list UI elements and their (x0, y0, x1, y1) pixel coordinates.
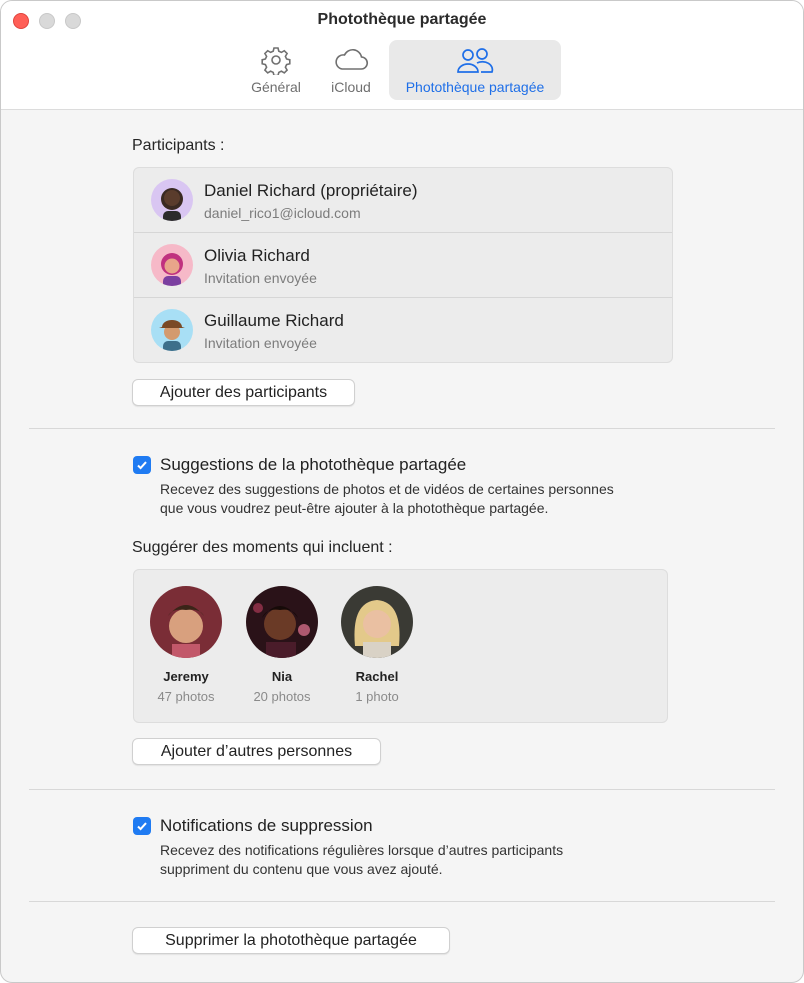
deletion-description: Recevez des notifications régulières lor… (160, 841, 563, 879)
add-participants-button[interactable]: Ajouter des participants (132, 379, 355, 406)
section-divider (29, 901, 775, 902)
add-more-people-button[interactable]: Ajouter d’autres personnes (132, 738, 381, 765)
cloud-icon (335, 49, 369, 70)
person-name: Nia (271, 669, 293, 684)
person-item[interactable]: Nia 20 photos (242, 586, 322, 704)
people-icon (457, 48, 494, 73)
participant-name: Guillaume Richard (204, 311, 344, 330)
person-item[interactable]: Jeremy 47 photos (146, 586, 226, 704)
participants-label: Participants : (132, 137, 225, 154)
avatar (151, 309, 193, 351)
tab-icloud[interactable]: iCloud (319, 40, 383, 100)
person-photo-count: 20 photos (253, 689, 311, 704)
person-photo (150, 586, 222, 658)
preferences-window: Photothèque partagée Général iCloud Phot… (0, 0, 804, 983)
participant-detail: Invitation envoyée (204, 270, 317, 286)
person-name: Jeremy (163, 669, 209, 684)
deletion-desc-line: suppriment du contenu que vous avez ajou… (160, 861, 443, 877)
toolbar: Photothèque partagée Général iCloud Phot… (1, 1, 803, 110)
person-photo-count: 1 photo (355, 689, 399, 704)
avatar (151, 244, 193, 286)
suggestions-desc-line: que vous voudrez peut-être ajouter à la … (160, 500, 549, 516)
participant-name: Daniel Richard (propriétaire) (204, 181, 418, 200)
participant-detail: daniel_rico1@icloud.com (204, 205, 361, 221)
delete-shared-library-button[interactable]: Supprimer la photothèque partagée (132, 927, 450, 954)
deletion-title: Notifications de suppression (160, 816, 373, 835)
deletion-notifications-checkbox[interactable] (133, 817, 151, 835)
tab-shared-library[interactable]: Photothèque partagée (389, 40, 561, 100)
person-item[interactable]: Rachel 1 photo (337, 586, 417, 704)
tab-label: Photothèque partagée (405, 79, 545, 95)
suggestions-checkbox[interactable] (133, 456, 151, 474)
suggestions-description: Recevez des suggestions de photos et de … (160, 480, 614, 518)
people-list: Jeremy 47 photos Nia 20 photos Rachel 1 … (133, 569, 668, 723)
participant-row[interactable]: Daniel Richard (propriétaire) daniel_ric… (134, 168, 672, 232)
participant-detail: Invitation envoyée (204, 335, 317, 351)
participants-list: Daniel Richard (propriétaire) daniel_ric… (133, 167, 673, 363)
section-divider (29, 789, 775, 790)
person-photo (341, 586, 413, 658)
checkmark-icon (137, 461, 147, 470)
gear-icon (261, 47, 291, 75)
participant-row[interactable]: Guillaume Richard Invitation envoyée (134, 298, 672, 362)
window-title: Photothèque partagée (317, 11, 487, 28)
tab-label: Général (251, 79, 301, 95)
participant-row[interactable]: Olivia Richard Invitation envoyée (134, 233, 672, 297)
person-photo-count: 47 photos (157, 689, 215, 704)
suggestions-title: Suggestions de la photothèque partagée (160, 455, 467, 474)
suggestions-desc-line: Recevez des suggestions de photos et de … (160, 481, 614, 497)
deletion-desc-line: Recevez des notifications régulières lor… (160, 842, 564, 858)
person-name: Rachel (355, 669, 399, 684)
section-divider (29, 428, 775, 429)
tab-general[interactable]: Général (241, 40, 311, 100)
checkmark-icon (137, 822, 147, 831)
avatar (151, 179, 193, 221)
moments-label: Suggérer des moments qui incluent : (132, 539, 393, 556)
tab-label: iCloud (331, 79, 371, 95)
person-photo (246, 586, 318, 658)
participant-name: Olivia Richard (204, 246, 310, 265)
